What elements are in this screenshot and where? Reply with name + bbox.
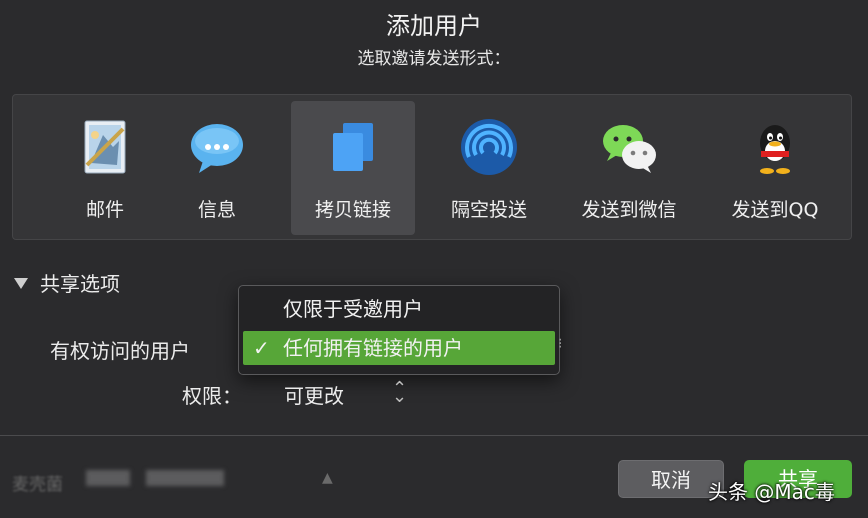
share-method-copy-link[interactable]: 拷贝链接	[291, 101, 415, 235]
watermark: 头条 @Mac毒	[708, 480, 835, 504]
checkmark-icon: ✓	[253, 336, 270, 360]
messages-icon	[191, 124, 243, 173]
access-label: 有权访问的用户	[50, 339, 190, 363]
redacted-text	[86, 470, 130, 486]
user-name: 麦壳菌	[12, 475, 63, 495]
share-method-mail[interactable]: 邮件	[43, 101, 167, 235]
chevron-down-icon: ⌄	[392, 386, 408, 407]
share-method-qq[interactable]: 发送到QQ	[713, 101, 837, 235]
share-options-toggle[interactable]: 共享选项	[14, 268, 120, 297]
dialog-subtitle: 选取邀请发送形式：	[357, 49, 511, 69]
share-method-label: 拷贝链接	[314, 199, 391, 221]
wechat-icon	[603, 125, 656, 173]
share-method-label: 发送到微信	[581, 199, 677, 221]
dropdown-option-label: 任何拥有链接的用户	[283, 336, 463, 360]
warning-triangle-icon: ▲	[322, 470, 333, 486]
share-method-messages[interactable]: 信息	[155, 101, 279, 235]
permission-label: 权限：	[182, 384, 242, 408]
footer-divider	[0, 435, 868, 436]
share-method-label: 信息	[197, 199, 236, 221]
share-method-wechat[interactable]: 发送到微信	[567, 101, 691, 235]
dropdown-stepper-icon: ⁝	[558, 336, 563, 352]
permission-select[interactable]: 可更改	[284, 380, 344, 409]
dialog-title: 添加用户	[386, 12, 482, 40]
copy-link-icon	[333, 123, 373, 171]
qq-icon	[760, 125, 790, 174]
dropdown-option-invited-only[interactable]: 仅限于受邀用户	[243, 292, 555, 326]
share-method-airdrop[interactable]: 隔空投送	[427, 101, 551, 235]
share-method-panel: 邮件 信息 拷贝链接 隔空投送 发送到微信 发送到QQ	[12, 94, 852, 240]
airdrop-icon	[461, 119, 517, 175]
mail-icon	[84, 120, 126, 174]
redacted-text	[146, 470, 224, 486]
share-method-label: 隔空投送	[450, 199, 527, 221]
dropdown-option-anyone-with-link[interactable]: ✓ 任何拥有链接的用户	[243, 331, 555, 365]
disclosure-triangle-icon	[14, 278, 28, 289]
share-method-label: 发送到QQ	[731, 199, 819, 221]
dropdown-option-label: 仅限于受邀用户	[283, 297, 423, 321]
share-options-header: 共享选项	[40, 272, 120, 296]
share-method-label: 邮件	[85, 199, 124, 221]
access-dropdown-menu: 仅限于受邀用户 ✓ 任何拥有链接的用户	[238, 285, 560, 375]
